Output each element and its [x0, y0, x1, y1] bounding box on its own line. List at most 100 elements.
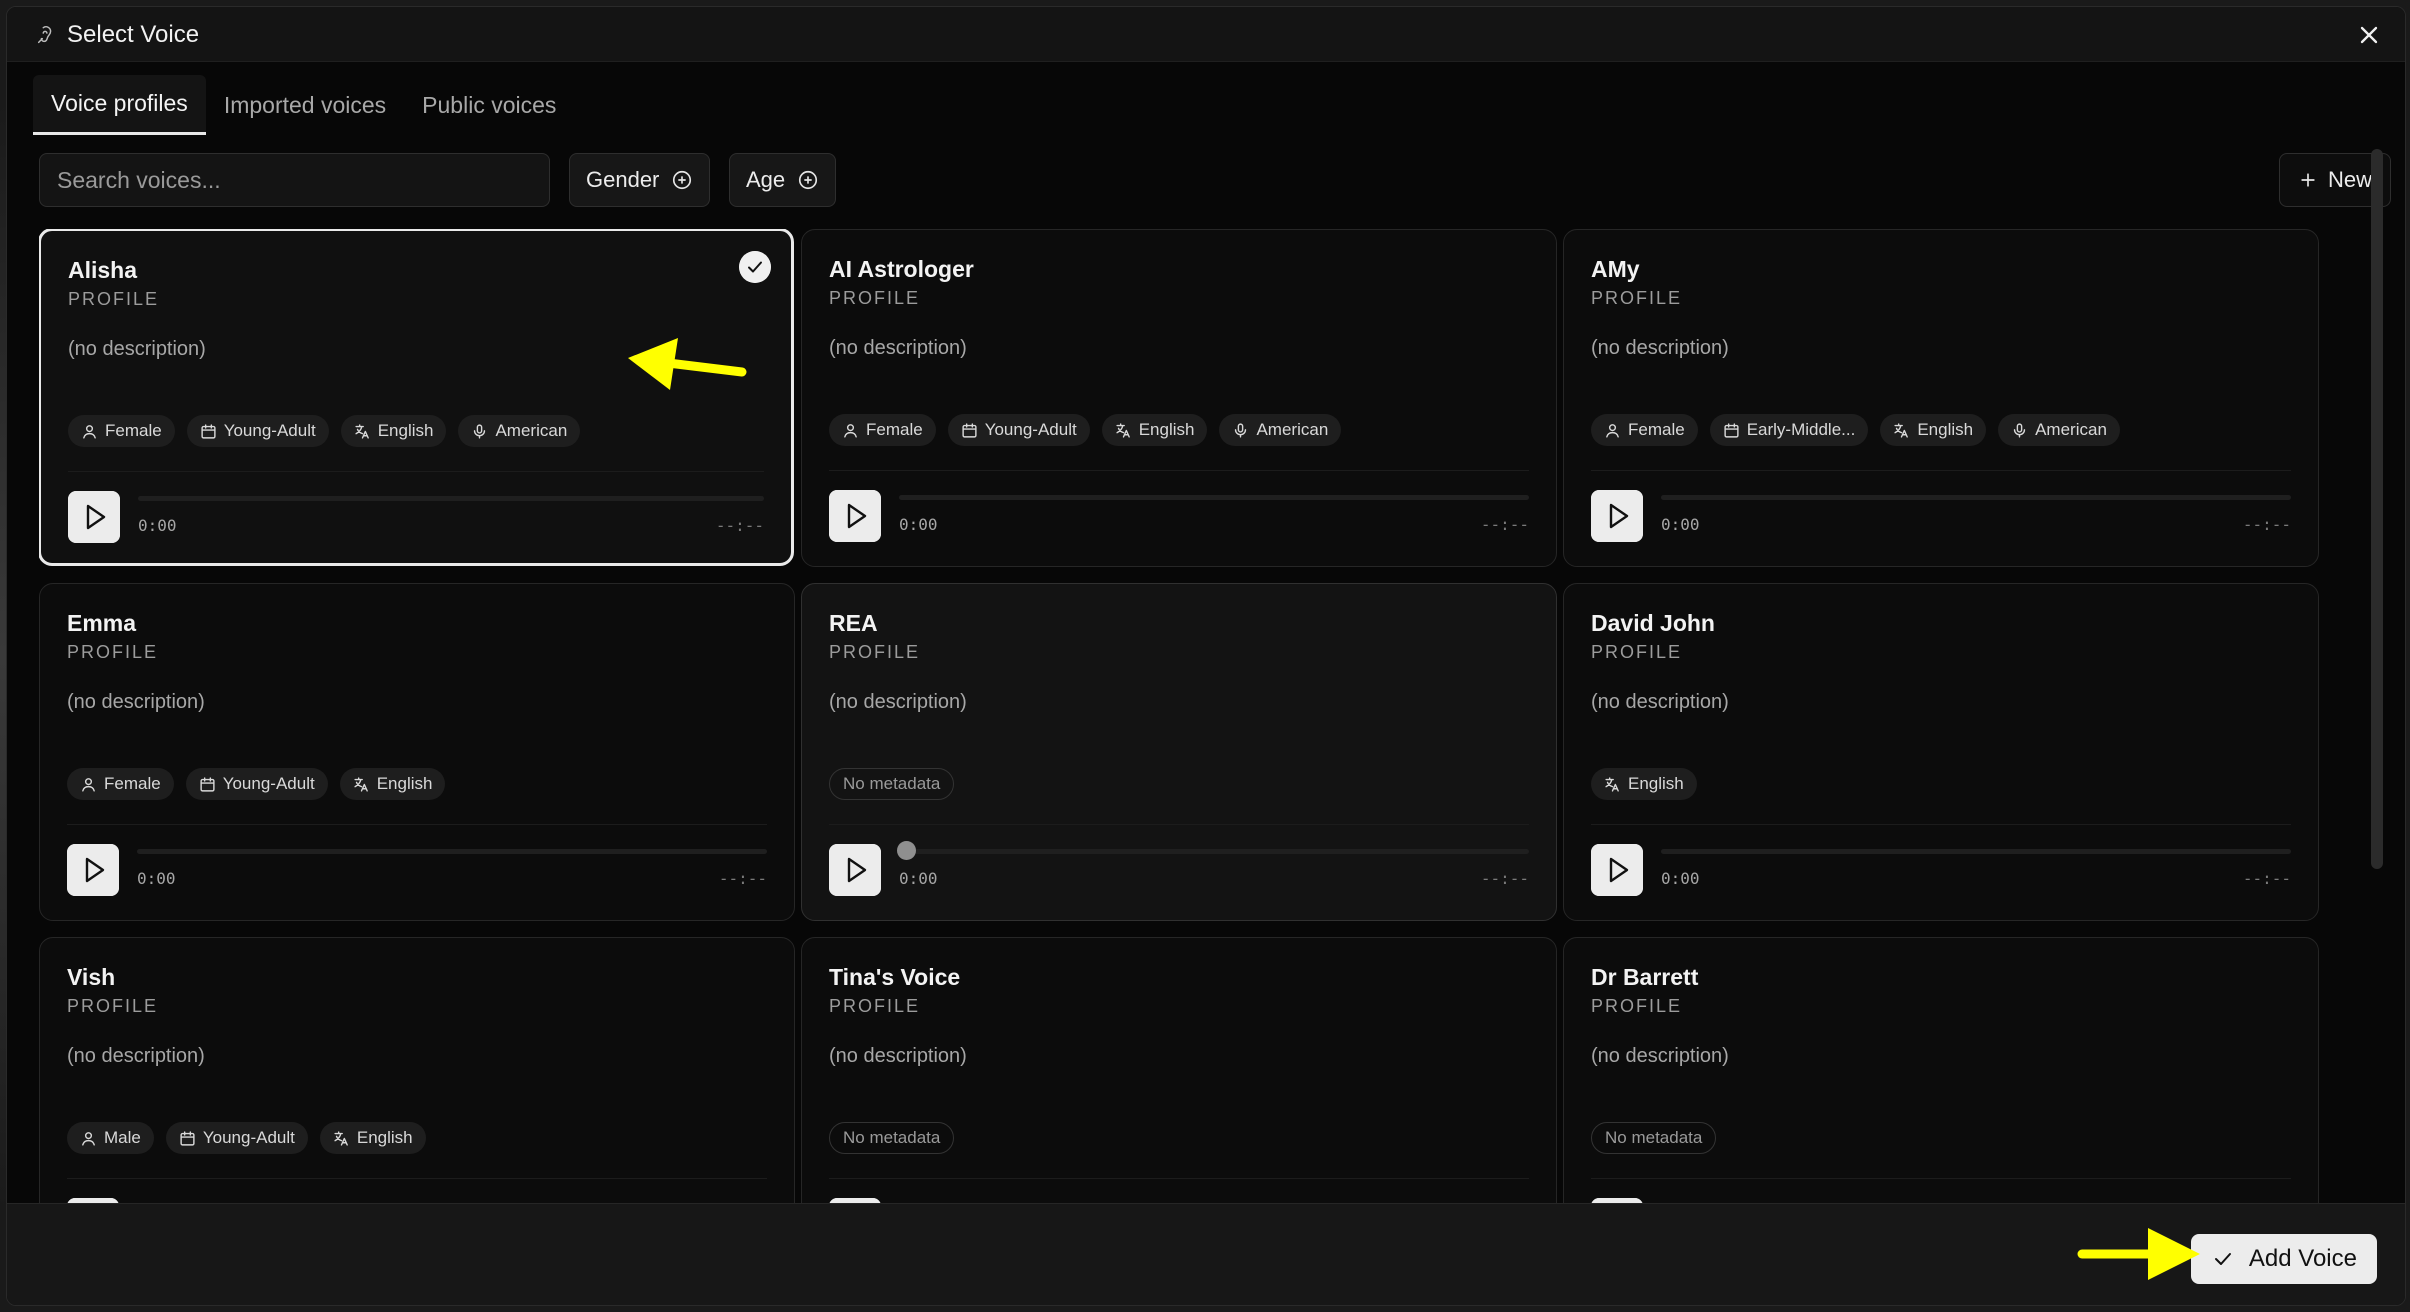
tab-imported-voices[interactable]: Imported voices: [206, 75, 404, 135]
tab-public-voices[interactable]: Public voices: [404, 75, 574, 135]
voice-card[interactable]: AI Astrologer PROFILE (no description) F…: [801, 229, 1557, 567]
tag-chip: English: [1591, 768, 1697, 800]
audio-current-time: 0:00: [899, 515, 938, 534]
user-icon: [80, 1130, 97, 1147]
tag-chip: Female: [67, 768, 174, 800]
play-icon[interactable]: [67, 844, 119, 896]
audio-progress-handle[interactable]: [897, 841, 916, 860]
voice-name: Alisha: [68, 257, 138, 283]
play-icon[interactable]: [1591, 844, 1643, 896]
tag-label: Male: [104, 1128, 141, 1147]
tag-label: Early-Middle...: [1746, 420, 1856, 439]
audio-progress-track[interactable]: [137, 849, 767, 854]
voice-description: (no description): [1591, 337, 1729, 359]
voice-card[interactable]: Vish PROFILE (no description) Male Young-…: [39, 937, 795, 1207]
voice-card[interactable]: AMy PROFILE (no description) Female Early…: [1563, 229, 2319, 567]
voice-card[interactable]: Alisha PROFILE (no description) Female Yo…: [39, 229, 794, 566]
tag-chip: English: [339, 768, 446, 800]
audio-current-time: 0:00: [899, 869, 938, 888]
voice-description: (no description): [67, 691, 205, 713]
language-icon: [1604, 776, 1621, 793]
tag-chip: American: [1998, 414, 2120, 446]
voice-description: (no description): [1591, 691, 1729, 713]
tag-label: American: [495, 421, 568, 440]
dialog-title: Select Voice: [67, 21, 200, 48]
user-icon: [842, 422, 859, 439]
audio-duration: --:--: [1480, 515, 1529, 534]
tag-label: Female: [1628, 420, 1685, 439]
language-icon: [354, 423, 371, 440]
add-voice-button[interactable]: Add Voice: [2190, 1234, 2377, 1284]
voice-kind: PROFILE: [829, 642, 921, 662]
close-icon[interactable]: [2355, 21, 2383, 49]
voice-kind: PROFILE: [829, 996, 921, 1016]
audio-current-time: 0:00: [137, 869, 176, 888]
tag-chip: English: [1880, 414, 1987, 446]
no-metadata-chip: No metadata: [829, 768, 955, 800]
tag-chip: Early-Middle...: [1709, 414, 1869, 446]
voice-description: (no description): [829, 1045, 967, 1067]
voice-card[interactable]: Emma PROFILE (no description) Female Youn…: [39, 583, 795, 921]
tag-chip: Young-Adult: [947, 414, 1090, 446]
card-divider: [829, 470, 1529, 471]
tag-label: American: [2035, 420, 2107, 439]
calendar-icon: [179, 1130, 196, 1147]
plus-icon: [2301, 173, 2315, 187]
voice-tags: Male Young-Adult English: [67, 1122, 426, 1154]
voice-kind: PROFILE: [829, 288, 921, 308]
voice-card[interactable]: REA PROFILE (no description) No metadata…: [801, 583, 1557, 921]
audio-duration: --:--: [2242, 515, 2291, 534]
audio-progress-track[interactable]: [899, 495, 1529, 500]
tag-label: English: [1628, 774, 1684, 793]
user-icon: [1604, 422, 1621, 439]
voice-card[interactable]: David John PROFILE (no description) Engl…: [1563, 583, 2319, 921]
voice-name: David John: [1591, 610, 1715, 636]
dialog-footer: Add Voice: [7, 1203, 2405, 1305]
play-icon[interactable]: [68, 491, 120, 543]
audio-progress-track[interactable]: [1661, 495, 2291, 500]
play-icon[interactable]: [1591, 490, 1643, 542]
language-icon: [1893, 422, 1910, 439]
voice-name: Dr Barrett: [1591, 964, 1699, 990]
tag-chip: American: [1219, 414, 1342, 446]
tag-chip: English: [319, 1122, 426, 1154]
audio-progress-track[interactable]: [897, 841, 1529, 860]
voice-card[interactable]: Tina's Voice PROFILE (no description) No…: [801, 937, 1557, 1207]
voice-tags: Female Early-Middle... English American: [1591, 414, 2120, 446]
card-divider: [829, 824, 1529, 825]
filter-toolbar: Gender Age New: [39, 153, 2391, 207]
audio-current-time: 0:00: [1661, 869, 1700, 888]
audio-progress-track[interactable]: [138, 496, 764, 501]
play-icon[interactable]: [829, 490, 881, 542]
tab-voice-profiles[interactable]: Voice profiles: [33, 75, 206, 135]
voice-tabs: Voice profiles Imported voices Public vo…: [33, 75, 574, 139]
tag-label: English: [356, 1128, 413, 1147]
tag-label: English: [377, 421, 434, 440]
calendar-icon: [961, 422, 978, 439]
card-divider: [1591, 470, 2291, 471]
gender-filter-button[interactable]: Gender: [569, 153, 711, 207]
new-voice-label: New: [2327, 167, 2372, 192]
age-filter-button[interactable]: Age: [729, 153, 837, 207]
audio-progress-track[interactable]: [1661, 849, 2291, 854]
voice-kind: PROFILE: [1591, 996, 1683, 1016]
search-input[interactable]: [39, 153, 550, 207]
voice-name: REA: [829, 610, 878, 636]
tag-chip: Young-Adult: [185, 768, 328, 800]
voice-kind: PROFILE: [1591, 642, 1683, 662]
audio-duration: --:--: [1480, 869, 1529, 888]
play-icon[interactable]: [829, 844, 881, 896]
voice-tags: Female Young-Adult English American: [829, 414, 1342, 446]
selected-check-icon: [739, 251, 771, 283]
tag-chip: Male: [67, 1122, 154, 1154]
no-metadata-chip: No metadata: [1591, 1122, 1717, 1154]
mic-icon: [471, 423, 488, 440]
voice-card[interactable]: Dr Barrett PROFILE (no description) No m…: [1563, 937, 2319, 1207]
voice-kind: PROFILE: [67, 642, 159, 662]
scrollbar[interactable]: [2371, 149, 2383, 869]
calendar-icon: [1723, 422, 1740, 439]
voice-name: Vish: [67, 964, 116, 990]
tag-chip: Female: [829, 414, 936, 446]
tag-chip: Female: [1591, 414, 1698, 446]
voice-description: (no description): [829, 691, 967, 713]
